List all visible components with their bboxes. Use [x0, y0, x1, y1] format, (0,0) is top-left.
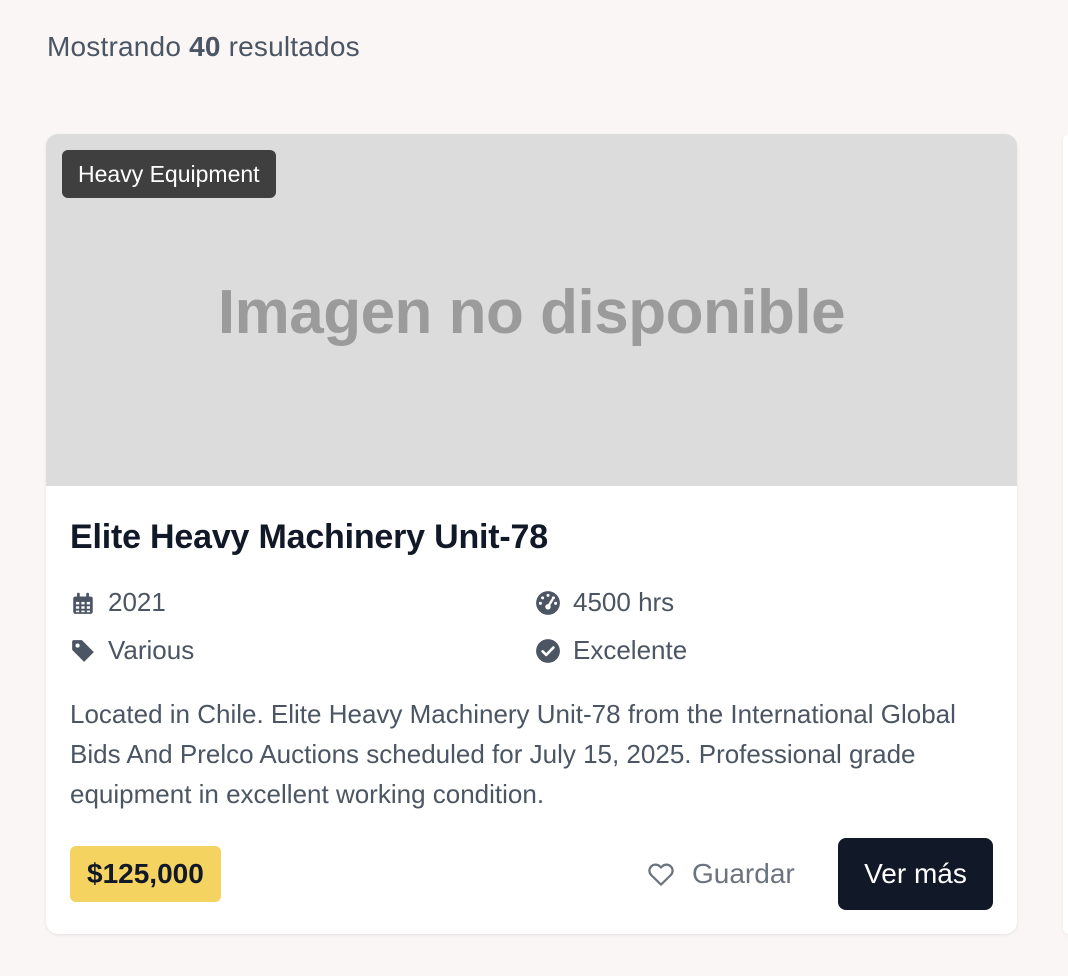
- spec-brand: Various: [70, 635, 194, 666]
- listing-title: Elite Heavy Machinery Unit-78: [70, 518, 548, 556]
- spec-condition: Excelente: [535, 635, 687, 666]
- spec-brand-value: Various: [108, 635, 195, 665]
- category-badge: Heavy Equipment: [62, 150, 276, 198]
- listing-card: Imagen no disponible Heavy Equipment Eli…: [46, 134, 1017, 934]
- results-count: Mostrando 40 resultados: [47, 31, 360, 63]
- calendar-icon: [70, 590, 96, 616]
- price-badge: $125,000: [70, 846, 221, 902]
- results-prefix: Mostrando: [47, 31, 182, 62]
- heart-icon: [646, 859, 676, 889]
- gauge-icon: [535, 590, 561, 616]
- results-suffix: resultados: [228, 31, 360, 62]
- listing-description: Located in Chile. Elite Heavy Machinery …: [70, 699, 956, 809]
- save-button-label: Guardar: [692, 858, 795, 889]
- save-button[interactable]: Guardar: [646, 846, 795, 902]
- spec-hours: 4500 hrs: [535, 587, 674, 618]
- spec-year: 2021: [70, 587, 166, 618]
- next-listing-card-edge: [1063, 134, 1068, 934]
- results-number: 40: [189, 31, 221, 62]
- image-placeholder-text: Imagen no disponible: [217, 277, 846, 347]
- tag-icon: [70, 638, 96, 664]
- view-more-button[interactable]: Ver más: [838, 838, 993, 910]
- check-circle-icon: [535, 638, 561, 664]
- spec-condition-value: Excelente: [573, 635, 688, 665]
- spec-hours-value: 4500 hrs: [573, 587, 675, 617]
- spec-year-value: 2021: [108, 587, 166, 617]
